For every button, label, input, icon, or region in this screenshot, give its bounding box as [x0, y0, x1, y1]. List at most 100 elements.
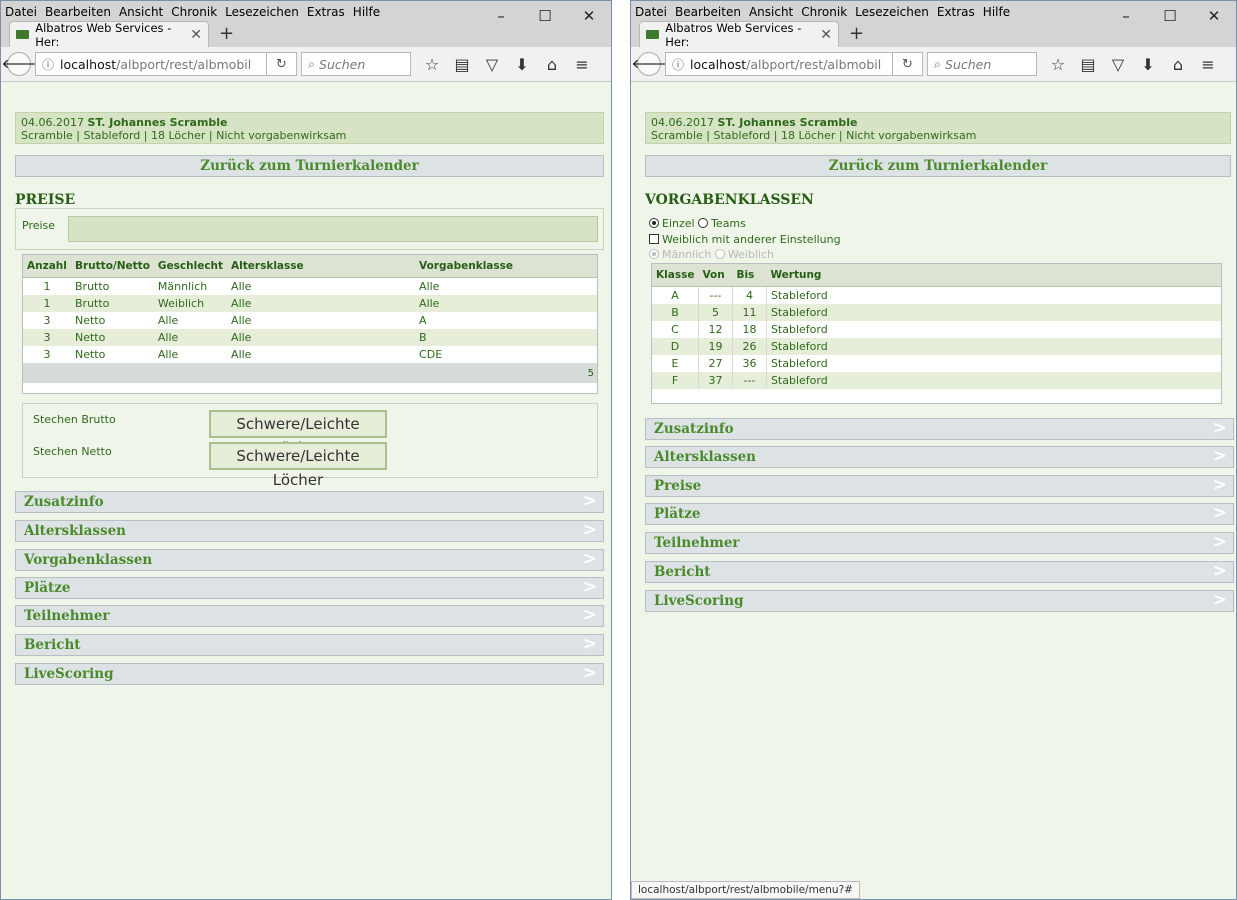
accordion-bericht[interactable]: Bericht > [15, 634, 604, 656]
table-row[interactable]: D 19 26 Stableford [652, 338, 1221, 355]
table-row[interactable]: 3 Netto Alle Alle CDE [23, 346, 597, 363]
menu-chronik[interactable]: Chronik [171, 5, 217, 19]
table-row[interactable]: E 27 36 Stableford [652, 355, 1221, 372]
menu-lesezeichen[interactable]: Lesezeichen [225, 5, 299, 19]
col-von[interactable]: Von [698, 264, 733, 287]
close-window-button[interactable]: ✕ [567, 1, 611, 31]
back-arrow-icon[interactable]: 🡐 [2, 52, 36, 76]
browser-tab[interactable]: Albatros Web Services - Her: ✕ [639, 21, 839, 49]
reload-icon[interactable]: ↻ [893, 52, 923, 76]
reload-icon[interactable]: ↻ [267, 52, 297, 76]
accordion-plaetze[interactable]: Plätze > [15, 577, 604, 599]
accordion-zusatzinfo[interactable]: Zusatzinfo > [15, 491, 604, 513]
hamburger-menu-icon[interactable]: ≡ [567, 52, 597, 76]
maximize-button[interactable]: ☐ [1148, 1, 1192, 31]
col-bis[interactable]: Bis [732, 264, 767, 287]
cell-vorgabenklasse: A [415, 312, 577, 329]
menu-chronik[interactable]: Chronik [801, 5, 847, 19]
download-icon[interactable]: ⬇ [1133, 52, 1163, 76]
radio-teams-label: Teams [711, 217, 746, 230]
menu-datei[interactable]: Datei [5, 5, 37, 19]
info-icon[interactable]: ⓘ [42, 56, 54, 73]
home-icon[interactable]: ⌂ [537, 52, 567, 76]
menu-hilfe[interactable]: Hilfe [983, 5, 1010, 19]
col-altersklasse[interactable]: Altersklasse [227, 255, 416, 278]
menu-datei[interactable]: Datei [635, 5, 667, 19]
home-icon[interactable]: ⌂ [1163, 52, 1193, 76]
accordion-livescoring[interactable]: LiveScoring > [645, 590, 1234, 612]
url-bar[interactable]: ⓘ localhost/albport/rest/albmobil [665, 52, 893, 76]
back-arrow-icon[interactable]: 🡐 [632, 52, 666, 76]
menu-ansicht[interactable]: Ansicht [749, 5, 793, 19]
hamburger-menu-icon[interactable]: ≡ [1193, 52, 1223, 76]
col-brutto-netto[interactable]: Brutto/Netto [71, 255, 154, 278]
radio-teams[interactable]: Teams [698, 217, 746, 230]
minimize-button[interactable]: – [1104, 1, 1148, 31]
menu-extras[interactable]: Extras [937, 5, 975, 19]
radio-einzel[interactable]: Einzel [649, 217, 695, 230]
cell-wertung: Stableford [766, 286, 1221, 304]
tab-close-icon[interactable]: ✕ [190, 27, 202, 43]
url-bar[interactable]: ⓘ localhost/albport/rest/albmobil [35, 52, 267, 76]
menu-lesezeichen[interactable]: Lesezeichen [855, 5, 929, 19]
stechen-netto-field[interactable]: Schwere/Leichte Löcher [209, 442, 387, 489]
col-geschlecht[interactable]: Geschlecht [153, 255, 228, 278]
new-tab-button[interactable]: + [219, 23, 234, 44]
col-wertung[interactable]: Wertung [766, 264, 1221, 287]
search-input[interactable]: ⌕ Suchen [301, 52, 411, 76]
weiblich-checkbox[interactable]: Weiblich mit anderer Einstellung [649, 233, 841, 246]
info-icon[interactable]: ⓘ [672, 56, 684, 73]
back-to-calendar-button[interactable]: Zurück zum Turnierkalender [15, 155, 604, 177]
bookmark-star-icon[interactable]: ☆ [417, 52, 447, 76]
accordion-label: Bericht [654, 564, 711, 580]
table-row[interactable]: F 37 --- Stableford [652, 372, 1221, 389]
browser-tab[interactable]: Albatros Web Services - Her: ✕ [9, 21, 209, 49]
table-row[interactable]: 3 Netto Alle Alle A [23, 312, 597, 329]
accordion-teilnehmer[interactable]: Teilnehmer > [645, 532, 1234, 554]
download-icon[interactable]: ⬇ [507, 52, 537, 76]
window-controls: – ☐ ✕ [1104, 1, 1236, 31]
table-row[interactable]: A --- 4 Stableford [652, 286, 1221, 304]
tournament-date: 04.06.2017 [21, 116, 84, 129]
cell-altersklasse: Alle [227, 329, 416, 346]
accordion-altersklassen[interactable]: Altersklassen > [645, 446, 1234, 468]
reading-list-icon[interactable]: ▤ [1073, 52, 1103, 76]
menu-bearbeiten[interactable]: Bearbeiten [675, 5, 741, 19]
back-to-calendar-button[interactable]: Zurück zum Turnierkalender [645, 155, 1231, 177]
table-row[interactable]: 1 Brutto Weiblich Alle Alle [23, 295, 597, 312]
pocket-icon[interactable]: ▽ [477, 52, 507, 76]
close-window-button[interactable]: ✕ [1192, 1, 1236, 31]
col-vorgabenklasse[interactable]: Vorgabenklasse [415, 255, 577, 278]
table-row[interactable]: C 12 18 Stableford [652, 321, 1221, 338]
table-row[interactable]: 3 Netto Alle Alle B [23, 329, 597, 346]
menu-ansicht[interactable]: Ansicht [119, 5, 163, 19]
table-row[interactable]: 1 Brutto Männlich Alle Alle [23, 277, 597, 295]
new-tab-button[interactable]: + [849, 23, 864, 44]
table-row[interactable]: B 5 11 Stableford [652, 304, 1221, 321]
menu-hilfe[interactable]: Hilfe [353, 5, 380, 19]
accordion-bericht[interactable]: Bericht > [645, 561, 1234, 583]
accordion-teilnehmer[interactable]: Teilnehmer > [15, 605, 604, 627]
cell-klasse: B [652, 304, 699, 321]
accordion-zusatzinfo[interactable]: Zusatzinfo > [645, 418, 1234, 440]
prize-table-header: Anzahl Brutto/Netto Geschlecht Alterskla… [23, 255, 597, 278]
search-input[interactable]: ⌕ Suchen [927, 52, 1037, 76]
accordion-preise[interactable]: Preise > [645, 475, 1234, 497]
pocket-icon[interactable]: ▽ [1103, 52, 1133, 76]
preise-input[interactable] [68, 216, 598, 242]
reading-list-icon[interactable]: ▤ [447, 52, 477, 76]
accordion-altersklassen[interactable]: Altersklassen > [15, 520, 604, 542]
bookmark-star-icon[interactable]: ☆ [1043, 52, 1073, 76]
accordion-vorgabenklassen[interactable]: Vorgabenklassen > [15, 549, 604, 571]
tab-close-icon[interactable]: ✕ [820, 27, 832, 43]
stechen-brutto-field[interactable]: Schwere/Leichte Löcher [209, 410, 387, 457]
accordion-plaetze[interactable]: Plätze > [645, 503, 1234, 525]
maximize-button[interactable]: ☐ [523, 1, 567, 31]
accordion-livescoring[interactable]: LiveScoring > [15, 663, 604, 685]
menu-extras[interactable]: Extras [307, 5, 345, 19]
accordion-label: Altersklassen [24, 523, 126, 539]
col-klasse[interactable]: Klasse [652, 264, 699, 287]
col-anzahl[interactable]: Anzahl [23, 255, 71, 278]
menu-bearbeiten[interactable]: Bearbeiten [45, 5, 111, 19]
minimize-button[interactable]: – [479, 1, 523, 31]
